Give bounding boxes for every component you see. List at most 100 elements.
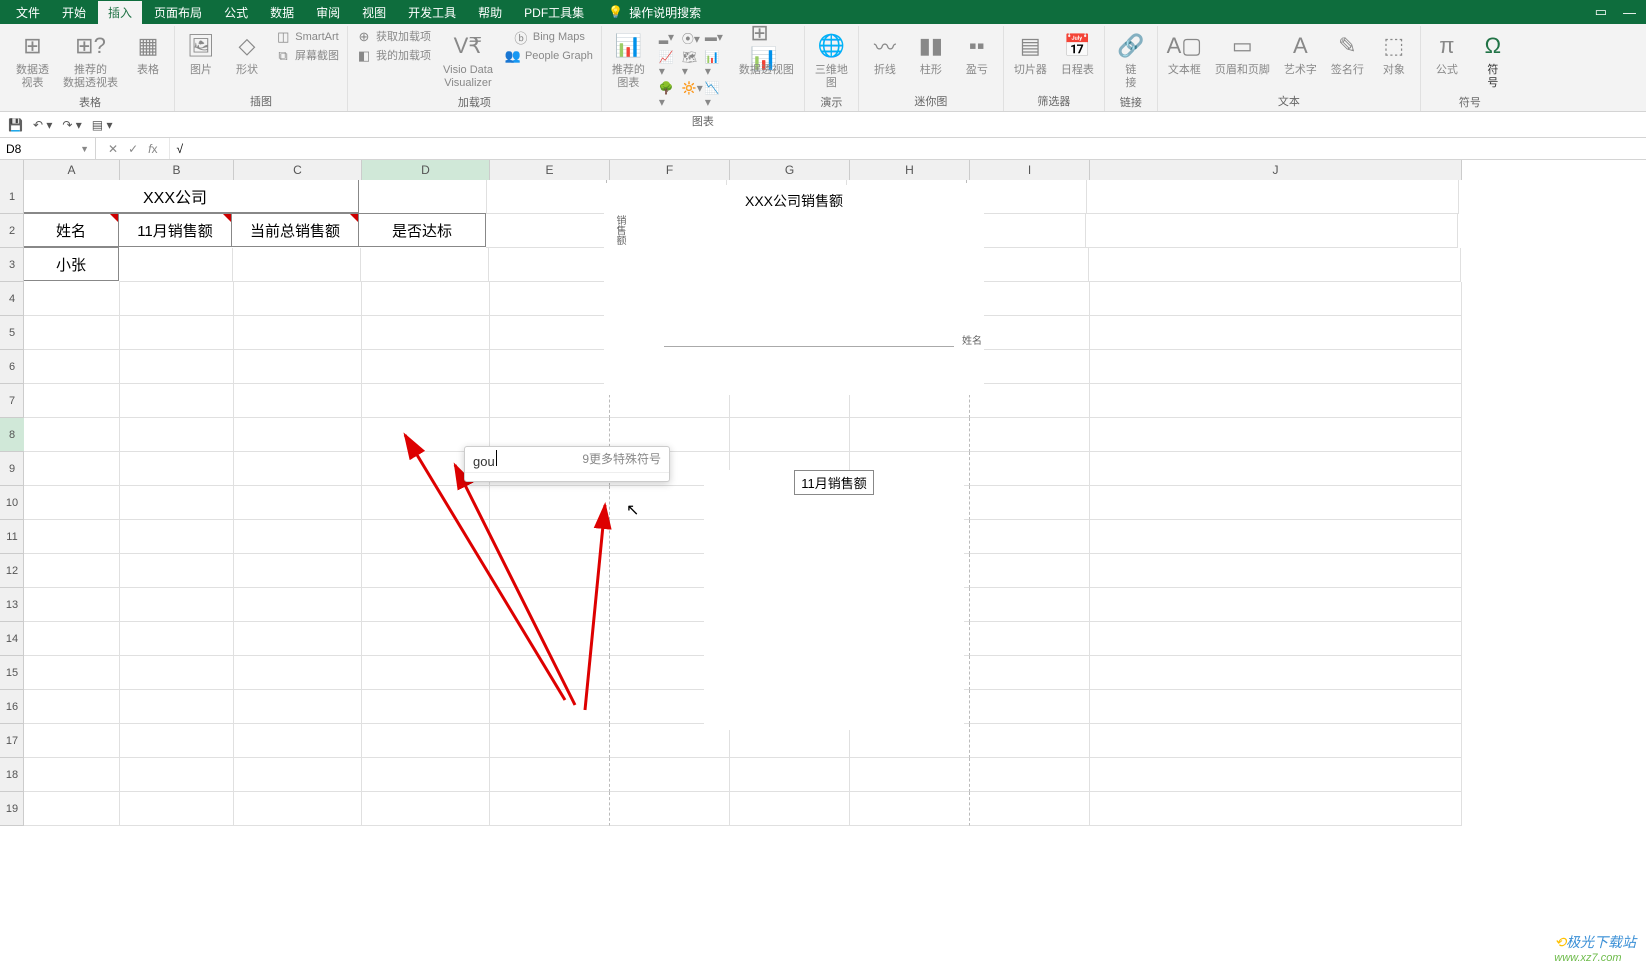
cell-H19[interactable] (850, 792, 970, 826)
table-button[interactable]: ▦表格 (128, 28, 168, 79)
timeline-button[interactable]: 📅日程表 (1057, 28, 1098, 79)
cell-J19[interactable] (1090, 792, 1462, 826)
cell-I15[interactable] (970, 656, 1090, 690)
sparkline-winloss-button[interactable]: ▪▪盈亏 (957, 28, 997, 79)
visio-button[interactable]: V₹Visio Data Visualizer (439, 28, 497, 92)
cell-A8[interactable] (24, 418, 120, 452)
col-header-F[interactable]: F (610, 160, 730, 180)
cell-C10[interactable] (234, 486, 362, 520)
qat-more-icon[interactable]: ▤ ▾ (92, 118, 113, 132)
cell-C9[interactable] (234, 452, 362, 486)
cell-B13[interactable] (120, 588, 234, 622)
redo-icon[interactable]: ↷ ▾ (62, 118, 81, 132)
sparkline-column-button[interactable]: ▮▮柱形 (911, 28, 951, 79)
menu-PDF工具集[interactable]: PDF工具集 (514, 1, 594, 24)
cell-J16[interactable] (1090, 690, 1462, 724)
wordart-button[interactable]: A艺术字 (1280, 28, 1321, 79)
cell-B15[interactable] (120, 656, 234, 690)
col-header-E[interactable]: E (490, 160, 610, 180)
cell-C8[interactable] (234, 418, 362, 452)
col-header-D[interactable]: D (362, 160, 490, 180)
screenshot-button[interactable]: ⧉屏幕截图 (273, 47, 341, 65)
col-header-A[interactable]: A (24, 160, 120, 180)
cell-I1[interactable] (967, 180, 1087, 214)
ribbon-display-icon[interactable]: ▭ (1595, 4, 1607, 20)
col-header-I[interactable]: I (970, 160, 1090, 180)
cell-E15[interactable] (490, 656, 610, 690)
menu-公式[interactable]: 公式 (214, 1, 258, 24)
shapes-button[interactable]: ◇形状 (227, 28, 267, 79)
cell-C6[interactable] (234, 350, 362, 384)
row-header-1[interactable]: 1 (0, 180, 24, 214)
symbol-button[interactable]: Ω符 号 (1473, 28, 1513, 92)
cell-B19[interactable] (120, 792, 234, 826)
row-header-5[interactable]: 5 (0, 316, 24, 350)
cell-C4[interactable] (234, 282, 362, 316)
cell-D4[interactable] (362, 282, 490, 316)
ime-more-symbols[interactable]: 9更多特殊符号 (582, 450, 661, 469)
menu-页面布局[interactable]: 页面布局 (144, 1, 212, 24)
chart-grid-button[interactable]: ▂▾⦿▾▬▾📈▾🗺▾📊▾🌳▾🔆▾📉▾ (655, 28, 729, 111)
cell-E18[interactable] (490, 758, 610, 792)
cell-C1[interactable] (231, 179, 359, 213)
cell-A14[interactable] (24, 622, 120, 656)
cell-D12[interactable] (362, 554, 490, 588)
slicer-button[interactable]: ▤切片器 (1010, 28, 1051, 79)
cell-J9[interactable] (1090, 452, 1462, 486)
cell-G8[interactable] (730, 418, 850, 452)
pivot-table-button[interactable]: ⊞数据透 视表 (12, 28, 53, 92)
cell-F19[interactable] (610, 792, 730, 826)
cell-A7[interactable] (24, 384, 120, 418)
cell-I19[interactable] (970, 792, 1090, 826)
cell-C11[interactable] (234, 520, 362, 554)
ime-candidate-window[interactable]: gou 9更多特殊符号 (464, 446, 670, 482)
cell-J15[interactable] (1090, 656, 1462, 690)
cell-A13[interactable] (24, 588, 120, 622)
cell-I18[interactable] (970, 758, 1090, 792)
equation-button[interactable]: π公式 (1427, 28, 1467, 79)
cell-E11[interactable] (490, 520, 610, 554)
row-header-4[interactable]: 4 (0, 282, 24, 316)
cell-A6[interactable] (24, 350, 120, 384)
cell-C5[interactable] (234, 316, 362, 350)
cell-A16[interactable] (24, 690, 120, 724)
row-header-16[interactable]: 16 (0, 690, 24, 724)
cell-D6[interactable] (362, 350, 490, 384)
cell-D7[interactable] (362, 384, 490, 418)
row-header-17[interactable]: 17 (0, 724, 24, 758)
cell-A10[interactable] (24, 486, 120, 520)
cell-C14[interactable] (234, 622, 362, 656)
cell-E10[interactable] (490, 486, 610, 520)
cell-E5[interactable] (490, 316, 610, 350)
cell-J6[interactable] (1090, 350, 1462, 384)
header-footer-button[interactable]: ▭页眉和页脚 (1211, 28, 1274, 79)
row-header-2[interactable]: 2 (0, 214, 24, 248)
cell-I14[interactable] (970, 622, 1090, 656)
cell-B8[interactable] (120, 418, 234, 452)
cell-I5[interactable] (970, 316, 1090, 350)
cell-C15[interactable] (234, 656, 362, 690)
cell-A11[interactable] (24, 520, 120, 554)
cell-B12[interactable] (120, 554, 234, 588)
col-header-H[interactable]: H (850, 160, 970, 180)
cell-I12[interactable] (970, 554, 1090, 588)
cell-E13[interactable] (490, 588, 610, 622)
cell-I4[interactable] (970, 282, 1090, 316)
cell-J13[interactable] (1090, 588, 1462, 622)
menu-文件[interactable]: 文件 (6, 1, 50, 24)
select-all-corner[interactable] (0, 160, 24, 180)
cell-E14[interactable] (490, 622, 610, 656)
bar-chart[interactable]: XXX公司销售额 销售额 姓名 (604, 185, 984, 395)
menu-审阅[interactable]: 审阅 (306, 1, 350, 24)
cell-A5[interactable] (24, 316, 120, 350)
row-header-8[interactable]: 8 (0, 418, 24, 452)
cell-B17[interactable] (120, 724, 234, 758)
cell-D14[interactable] (362, 622, 490, 656)
cell-J17[interactable] (1090, 724, 1462, 758)
cell-B6[interactable] (120, 350, 234, 384)
cell-B10[interactable] (120, 486, 234, 520)
cell-C17[interactable] (234, 724, 362, 758)
cell-G18[interactable] (730, 758, 850, 792)
cell-H8[interactable] (850, 418, 970, 452)
cell-I3[interactable] (969, 248, 1089, 282)
